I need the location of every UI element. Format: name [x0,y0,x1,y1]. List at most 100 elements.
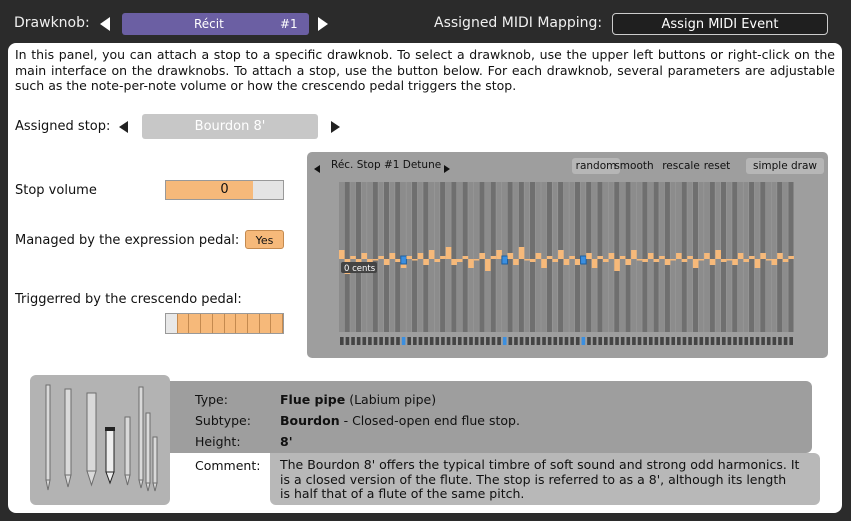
crescendo-step[interactable] [177,314,190,333]
stop-volume-slider[interactable]: 0 [165,180,284,200]
detune-bar [473,259,480,261]
detune-note-marker [390,337,395,345]
detune-note-marker [671,337,676,345]
detune-bar [456,259,463,262]
assign-midi-event-button[interactable]: Assign MIDI Event [612,13,828,35]
detune-note-marker [592,337,597,345]
detune-bar [496,250,502,259]
detune-note-marker [379,337,383,345]
detune-note-marker [721,337,726,345]
crescendo-step[interactable] [189,314,202,333]
assigned-stop-label: Assigned stop: [15,119,111,134]
detune-note-marker [733,337,737,345]
crescendo-step[interactable] [212,314,225,333]
detune-bar [417,253,424,259]
detune-note-marker [486,337,490,345]
assigned-stop-button[interactable]: Bourdon 8' [142,114,318,139]
detune-note-marker [469,337,473,345]
detune-key-column [603,182,609,332]
detune-note-marker [429,337,434,345]
stop-details: Type: Flue pipe (Labium pipe) Subtype: B… [170,381,812,453]
comment-box: The Bourdon 8' offers the typical timbre… [270,453,820,505]
detune-note-marker [373,337,378,345]
detune-bar [704,253,710,259]
detune-note-marker [547,337,552,345]
reset-button[interactable]: reset [702,158,732,174]
type-label: Type: [195,392,228,407]
detune-note-marker [362,337,367,345]
detune-note-marker [384,337,389,345]
next-detune-arrow-icon[interactable] [444,165,450,173]
crescendo-step[interactable] [201,314,213,333]
detune-bar [625,259,632,265]
detune-bar [687,256,693,259]
detune-bar [350,256,356,259]
simple-draw-button[interactable]: simple draw [746,158,824,174]
detune-note-marker [615,337,619,345]
crescendo-step[interactable] [166,314,178,333]
detune-note-marker [441,337,445,345]
detune-bar [636,259,643,261]
detune-bar [412,259,418,261]
detune-bar [720,259,727,262]
drawknob-panel: In this panel, you can attach a stop to … [8,43,842,513]
crescendo-step[interactable] [247,314,260,333]
detune-note-marker [457,337,462,345]
detune-bar [726,259,733,261]
previous-detune-arrow-icon[interactable] [314,165,320,173]
detune-note-marker [755,337,760,345]
detune-note-marker [401,337,406,345]
expression-pedal-toggle[interactable]: Yes [245,230,284,249]
detune-note-marker [604,337,608,345]
crescendo-step[interactable] [259,314,272,333]
detune-editor[interactable]: 0 cents [339,182,794,347]
detune-bar [563,259,570,265]
previous-drawknob-arrow-icon[interactable] [100,17,110,31]
detune-key-column [367,182,373,332]
detune-bar [468,259,474,268]
detune-bar [389,253,396,259]
detune-bar [743,259,750,262]
detune-note-marker [413,337,417,345]
detune-bar [642,259,648,262]
subtype-label: Subtype: [195,413,251,428]
height-label: Height: [195,434,241,449]
random-button[interactable]: random [572,158,620,174]
next-stop-arrow-icon[interactable] [331,121,340,133]
crescendo-step[interactable] [271,314,284,333]
detune-note-marker [581,337,586,345]
detune-key-column [451,182,457,332]
detune-note-marker [637,337,642,345]
previous-stop-arrow-icon[interactable] [119,121,128,133]
crescendo-step[interactable] [224,314,237,333]
detune-bar [529,259,536,262]
detune-key-column [344,182,350,332]
detune-bar [692,259,699,268]
crescendo-pedal-steps[interactable] [165,313,284,334]
detune-bar [619,256,626,259]
detune-note-marker [648,337,653,345]
detune-key-column [552,182,558,332]
detune-key-column [423,182,429,332]
drawknob-selector[interactable]: Récit #1 [122,13,309,35]
stop-volume-label: Stop volume [15,183,97,198]
detune-bar [788,256,794,259]
detune-selected-handle [501,255,509,265]
detune-note-marker [626,337,631,345]
next-drawknob-arrow-icon[interactable] [318,17,328,31]
detune-note-marker [553,337,558,345]
detune-bar [681,259,688,262]
crescendo-step[interactable] [236,314,248,333]
rescale-button[interactable]: rescale [657,158,705,174]
detune-key-column [485,182,491,332]
comment-label: Comment: [195,458,261,473]
detune-key-column [625,182,631,332]
organ-pipes-icon [45,384,158,492]
detune-note-marker [772,337,777,345]
smooth-button[interactable]: smooth [614,158,654,174]
detune-key-column [529,182,536,332]
detune-bar [777,253,783,259]
detune-bar [737,253,744,259]
detune-note-marker [778,337,782,345]
detune-key-column [513,182,519,332]
